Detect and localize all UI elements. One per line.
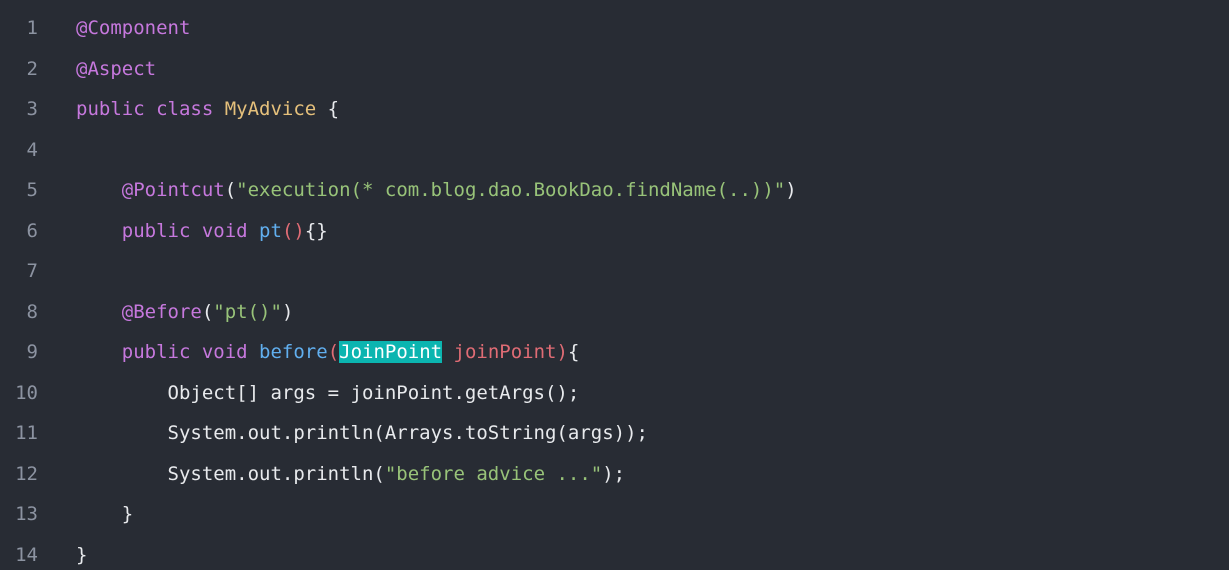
code-token: { [316,98,340,121]
code-token: ) [281,300,294,323]
code-token: public void [121,219,260,242]
line-source: public class MyAdvice { [76,98,339,120]
code-token: ); [602,462,626,485]
code-token: ( [201,300,214,323]
code-token: joinPoint) [442,341,568,364]
code-token: { [567,341,580,364]
line-source: @Aspect [76,58,156,80]
line-source: System.out.println("before advice ..."); [76,462,626,485]
code-line: 14} [0,535,1229,570]
code-token: @Component [76,17,191,40]
line-number: 11 [15,422,38,445]
code-token: MyAdvice [224,98,317,121]
code-block: 1 @Component 2 @Aspect 3 public class MyAdvic… [0,0,1229,570]
code-token: } [76,503,134,526]
line-source: } [76,544,87,566]
code-token: ( [327,341,340,364]
code-line: 12 System.out.println("before advice ...… [0,454,1229,495]
line-source: @Component [76,17,190,39]
code-token: public class [76,98,225,121]
code-token: System.out.println(Arrays.toString(args)… [76,422,648,445]
code-token: Object[] args = joinPoint.getArgs(); [76,381,580,404]
code-token: public void [121,341,260,364]
code-token: } [76,543,88,566]
code-token: @Before [121,300,202,323]
line-number: 5 [26,179,38,202]
code-token: "before advice ..." [384,462,603,485]
code-token: @Pointcut [121,179,225,202]
code-token: before [259,341,328,364]
line-number: 7 [26,260,38,283]
line-number: 13 [15,503,38,526]
search-highlight: JoinPoint [339,341,443,364]
code-line: 3 public class MyAdvice { [0,89,1229,130]
code-line: 5 @Pointcut("execution(* com.blog.dao.Bo… [0,170,1229,211]
code-line: 2 @Aspect [0,49,1229,90]
line-source: System.out.println(Arrays.toString(args)… [76,422,648,444]
code-line: 6 public void pt(){} [0,211,1229,252]
line-number: 14 [15,543,38,566]
code-token: "pt()" [213,300,282,323]
code-line: 8 @Before("pt()") [0,292,1229,333]
line-number: 4 [26,138,38,161]
code-line: 13 } [0,494,1229,535]
code-line: 11 System.out.println(Arrays.toString(ar… [0,413,1229,454]
code-line: 9 public void before(JoinPoint joinPoint… [0,332,1229,373]
code-token: {} [304,219,328,242]
code-line: 1 @Component [0,8,1229,49]
code-token: () [281,219,305,242]
line-source: public void pt(){} [76,220,328,242]
code-line: 10 Object[] args = joinPoint.getArgs(); [0,373,1229,414]
line-source: @Before("pt()") [76,300,294,323]
line-number: 2 [26,57,38,80]
code-token: ( [224,179,237,202]
code-line: 7 [0,251,1229,292]
line-number: 8 [26,300,38,323]
code-line: 4 [0,130,1229,171]
line-number: 12 [15,462,38,485]
code-token: System.out.println( [76,462,385,485]
line-source: Object[] args = joinPoint.getArgs(); [76,381,580,404]
line-number: 6 [26,219,38,242]
code-token: pt [259,219,282,242]
line-number: 9 [26,341,38,364]
code-token: ) [785,179,797,202]
code-token: @Aspect [76,57,157,80]
line-number: 1 [26,17,38,40]
line-number: 3 [26,98,38,121]
code-token: "execution(* com.blog.dao.BookDao.findNa… [236,179,786,202]
line-source: @Pointcut("execution(* com.blog.dao.Book… [76,179,797,201]
line-source: } [76,503,133,525]
line-source: public void before(JoinPoint joinPoint){ [76,341,580,364]
line-number: 10 [15,381,38,404]
